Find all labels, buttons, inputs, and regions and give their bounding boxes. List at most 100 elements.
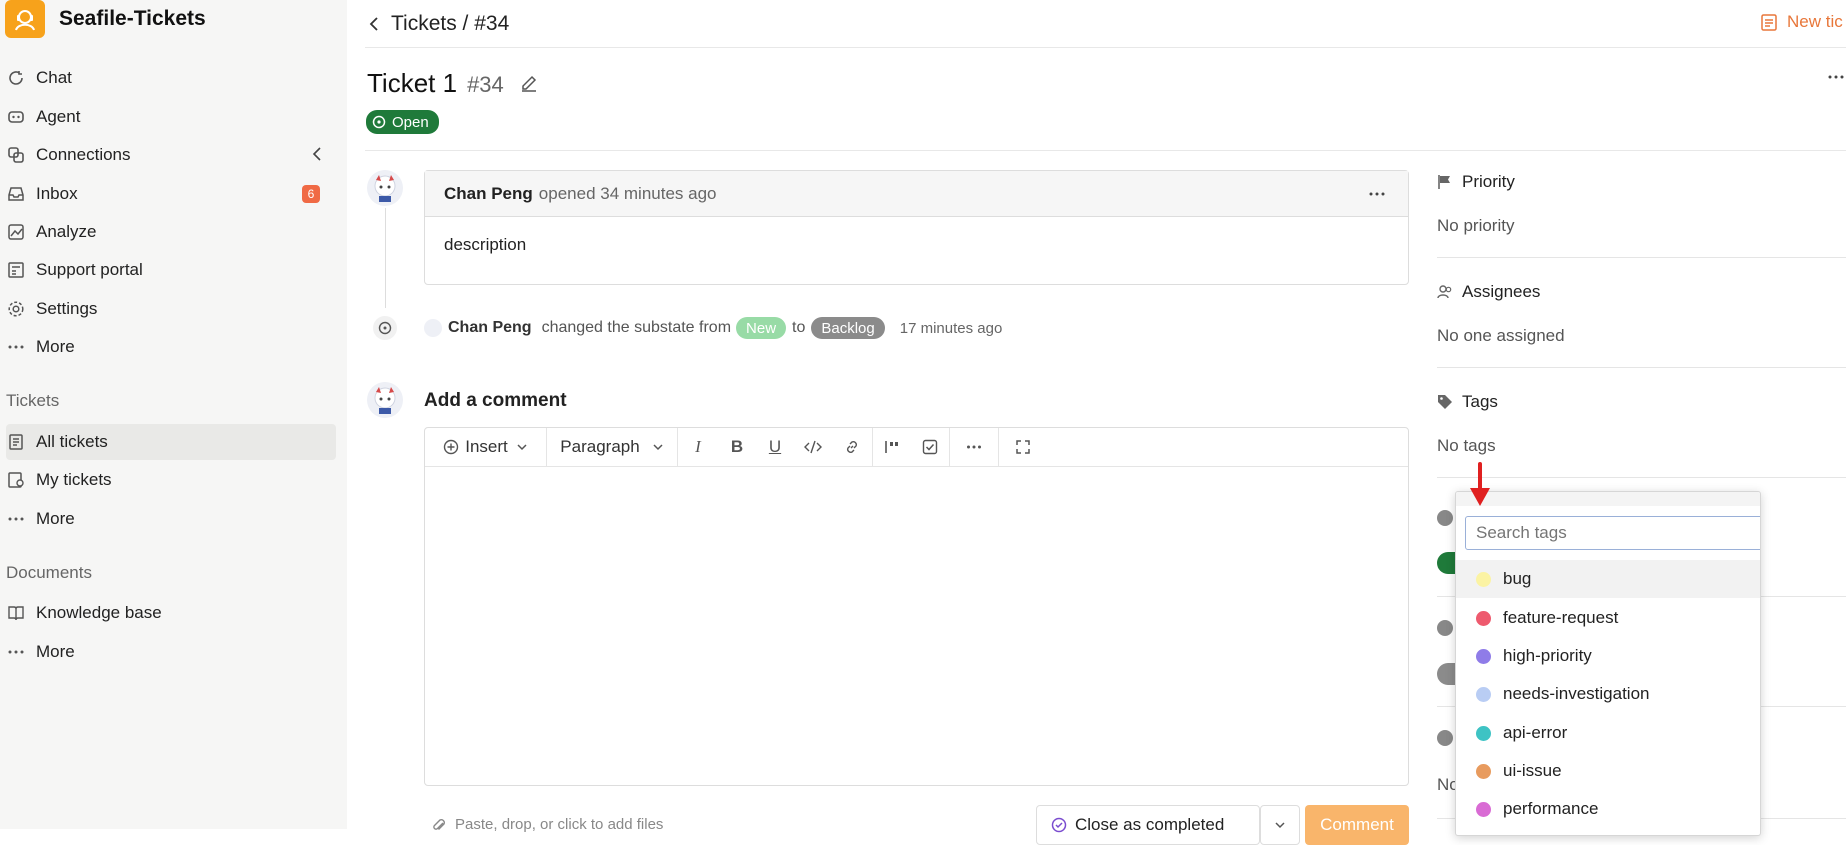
tag-option-bug[interactable]: bug [1456, 560, 1760, 598]
assignees-value: No one assigned [1437, 326, 1565, 345]
attach-files-hint[interactable]: Paste, drop, or click to add files [431, 816, 663, 833]
my-tickets-icon [6, 470, 26, 490]
tags-value: No tags [1437, 436, 1496, 455]
sidebar-item-settings[interactable]: Settings [6, 291, 336, 327]
ticket-title-row: Ticket 1 #34 [367, 68, 538, 99]
avatar[interactable] [367, 170, 403, 206]
tag-option-high-priority[interactable]: high-priority [1456, 637, 1760, 675]
edit-pencil-icon[interactable] [520, 74, 538, 92]
section-label-tickets: Tickets [6, 391, 60, 410]
app-name: Seafile-Tickets [59, 7, 206, 30]
ticket-number: #34 [467, 72, 504, 97]
attach-hint-text: Paste, drop, or click to add files [455, 816, 664, 833]
tag-option-label: performance [1503, 799, 1599, 818]
panel-divider [1437, 477, 1846, 478]
sidebar-item-label: More [36, 642, 75, 661]
section-toggle-icon[interactable] [1437, 510, 1453, 526]
fullscreen-icon[interactable] [999, 428, 1047, 466]
sidebar-item-tickets-more[interactable]: More [6, 501, 336, 537]
ticket-more-icon[interactable] [1827, 74, 1845, 80]
close-options-button[interactable] [1260, 805, 1300, 845]
tag-option-performance[interactable]: performance [1456, 790, 1760, 828]
sidebar-item-knowledge-base[interactable]: Knowledge base [6, 595, 336, 631]
tag-option-label: api-error [1503, 723, 1568, 742]
comment-author[interactable]: Chan Peng [444, 184, 533, 204]
comment-more-icon[interactable] [1368, 191, 1386, 197]
sidebar-item-connections[interactable]: Connections [6, 137, 336, 173]
sidebar-item-all-tickets[interactable]: All tickets [6, 424, 336, 460]
current-user-avatar[interactable] [367, 382, 403, 418]
more-icon [6, 509, 26, 529]
tag-option-feature-request[interactable]: feature-request [1456, 599, 1760, 637]
collapse-chevron-icon[interactable] [312, 146, 322, 162]
back-chevron-icon[interactable] [369, 16, 379, 32]
opened-comment-card: Chan Peng opened 34 minutes ago descript… [424, 170, 1409, 285]
tag-color-dot [1476, 763, 1491, 779]
panel-divider [1437, 257, 1846, 258]
sidebar-item-agent[interactable]: Agent [6, 99, 336, 135]
tag-option-ui-issue[interactable]: ui-issue [1456, 752, 1760, 790]
tag-color-dot [1476, 686, 1491, 702]
priority-header[interactable]: Priority [1437, 170, 1846, 194]
checklist-icon[interactable] [911, 428, 949, 466]
quote-icon[interactable] [873, 428, 911, 466]
status-badge: Open [366, 110, 439, 134]
chevron-down-icon [1275, 822, 1285, 829]
chevron-down-icon [653, 444, 663, 451]
bold-icon[interactable]: B [718, 428, 756, 466]
sidebar-item-analyze[interactable]: Analyze [6, 214, 336, 250]
section-toggle-icon[interactable] [1437, 730, 1453, 746]
sidebar-item-more[interactable]: More [6, 329, 336, 365]
assignees-header[interactable]: Assignees [1437, 280, 1846, 304]
gear-icon [6, 299, 26, 319]
breadcrumb: Tickets / #34 [369, 10, 509, 38]
event-author[interactable]: Chan Peng [448, 319, 532, 337]
tags-header[interactable]: Tags [1437, 390, 1846, 414]
section-toggle-icon[interactable] [1437, 620, 1453, 636]
app-logo-icon[interactable] [5, 0, 45, 38]
insert-button[interactable]: Insert [425, 428, 546, 466]
editor-toolbar: Insert Paragraph I B U [425, 428, 1408, 467]
toolbar-more-icon[interactable] [950, 428, 998, 466]
book-icon [6, 603, 26, 623]
new-ticket-button[interactable]: New tic [1761, 12, 1843, 32]
code-icon[interactable] [794, 428, 832, 466]
flag-icon [1437, 174, 1453, 190]
event-avatar[interactable] [424, 319, 442, 337]
tag-option-label: high-priority [1503, 646, 1592, 665]
breadcrumb-text[interactable]: Tickets / #34 [391, 12, 509, 36]
open-status-icon [372, 115, 386, 129]
underline-icon[interactable]: U [756, 428, 794, 466]
sidebar-item-label: Connections [36, 145, 131, 164]
add-comment-heading: Add a comment [424, 390, 567, 411]
priority-label: Priority [1462, 172, 1515, 191]
connections-icon [6, 145, 26, 165]
title-divider [365, 150, 1846, 151]
tag-search-input[interactable] [1465, 516, 1760, 550]
agent-icon [6, 107, 26, 127]
event-state-icon [373, 316, 397, 340]
event-time: 17 minutes ago [899, 319, 1003, 337]
new-ticket-label: New tic [1787, 12, 1843, 31]
tag-option-label: ui-issue [1503, 761, 1562, 780]
sidebar-item-inbox[interactable]: Inbox 6 [6, 176, 336, 212]
comment-text-area[interactable] [425, 468, 1408, 785]
app-header: Seafile-Tickets [5, 0, 206, 38]
sidebar-item-support-portal[interactable]: Support portal [6, 252, 336, 288]
tag-option-api-error[interactable]: api-error [1456, 714, 1760, 752]
italic-icon[interactable]: I [678, 428, 718, 466]
ticket-list-icon [6, 432, 26, 452]
substate-from-pill: New [736, 317, 787, 339]
sidebar-item-chat[interactable]: Chat [6, 60, 336, 96]
submit-comment-button[interactable]: Comment [1305, 805, 1409, 845]
sidebar-item-my-tickets[interactable]: My tickets [6, 462, 336, 498]
paragraph-select[interactable]: Paragraph [547, 428, 677, 466]
link-icon[interactable] [832, 428, 872, 466]
tag-icon [1437, 394, 1453, 410]
tag-option-needs-investigation[interactable]: needs-investigation [1456, 675, 1760, 713]
plus-circle-icon [444, 439, 459, 455]
sidebar-item-label: All tickets [36, 432, 108, 451]
event-to-word: to [792, 319, 806, 336]
sidebar-item-documents-more[interactable]: More [6, 634, 336, 670]
close-as-completed-button[interactable]: Close as completed [1036, 805, 1260, 845]
